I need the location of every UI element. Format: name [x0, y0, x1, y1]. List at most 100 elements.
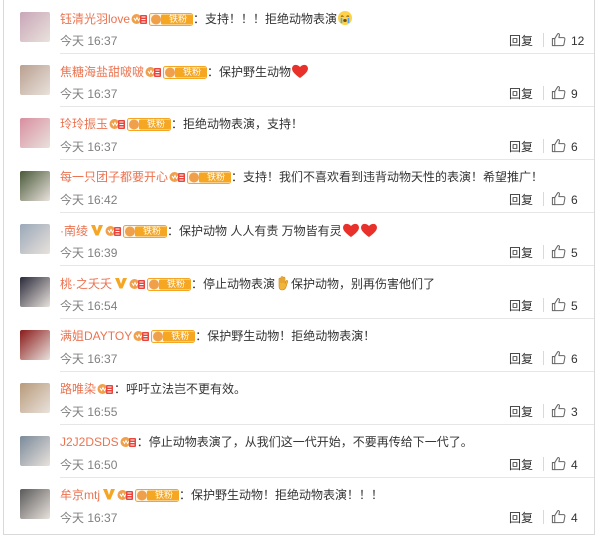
two-hearts-icon	[342, 223, 378, 238]
comment-text: 拒绝动物表演，支持！	[183, 117, 304, 131]
comment-text: 停止动物表演了，从我们这一代开始，不要再传给下一代了。	[148, 435, 473, 449]
reply-button[interactable]: 回复	[509, 352, 533, 366]
comment-text: 保护野生动物！拒绝动物表演！！！	[191, 488, 384, 502]
like-button[interactable]: 3	[551, 402, 591, 420]
like-button[interactable]: 6	[551, 349, 591, 367]
like-button[interactable]: 6	[551, 137, 591, 155]
action-separator	[543, 457, 544, 471]
avatar[interactable]	[20, 489, 50, 519]
comment-time: 今天 16:37	[60, 87, 118, 101]
like-count: 5	[571, 246, 578, 260]
crying-emoji-icon	[338, 11, 353, 25]
username-link[interactable]: 焦糖海盐甜啵啵	[60, 65, 144, 79]
avatar[interactable]	[20, 224, 50, 254]
like-button[interactable]: 12	[551, 31, 591, 49]
like-count: 3	[571, 405, 578, 419]
comment-line: 钰清光羽love 铁粉 ：支持！！！拒绝动物表演	[60, 10, 353, 27]
iron-fan-badge: 铁粉	[135, 489, 179, 502]
username-link[interactable]: 玲玲振玉	[60, 117, 108, 131]
badges	[119, 435, 137, 449]
thumbs-up-icon	[551, 245, 566, 259]
reply-button[interactable]: 回复	[509, 34, 533, 48]
reply-button[interactable]: 回复	[509, 511, 533, 525]
reply-button[interactable]: 回复	[509, 87, 533, 101]
comment-text: 保护野生动物！拒绝动物表演！	[207, 329, 376, 343]
iron-fan-badge: 铁粉	[151, 330, 196, 343]
like-count: 9	[571, 87, 578, 101]
like-count: 4	[571, 511, 578, 525]
iron-fan-badge: 铁粉	[147, 278, 191, 291]
like-button[interactable]: 5	[551, 296, 591, 314]
avatar[interactable]	[20, 65, 50, 95]
like-count: 4	[571, 458, 578, 472]
like-button[interactable]: 4	[551, 455, 591, 473]
fan-crown-icon	[169, 172, 186, 182]
fan-crown-icon	[120, 437, 136, 447]
colon: ：	[207, 65, 220, 79]
action-separator	[543, 510, 544, 524]
iron-fan-badge: 铁粉	[163, 66, 208, 79]
comment-text-continued: 保护动物，别再伤害他们了	[291, 277, 436, 291]
comment-item: 满姐DAYTOY 铁粉 ：保护野生动物！拒绝动物表演！ 今天 16:37 回复 6	[4, 318, 594, 371]
username-link[interactable]: 牟京mtj	[60, 488, 100, 502]
reply-button[interactable]: 回复	[509, 458, 533, 472]
verified-v-icon	[91, 225, 103, 236]
comment-text: 支持！我们不喜欢看到违背动物天性的表演！希望推广！	[243, 170, 544, 184]
thumbs-up-icon	[551, 33, 566, 47]
colon: ：	[179, 488, 192, 502]
fan-crown-icon	[131, 14, 148, 24]
avatar[interactable]	[20, 436, 50, 466]
comment-item: 焦糖海盐甜啵啵 铁粉 ：保护野生动物 今天 16:37 回复 9	[4, 53, 594, 106]
avatar[interactable]	[20, 383, 50, 413]
comment-time: 今天 16:39	[60, 246, 118, 260]
badges: 铁粉	[112, 277, 191, 291]
reply-button[interactable]: 回复	[509, 405, 533, 419]
iron-fan-badge-label: 铁粉	[183, 67, 202, 77]
action-separator	[543, 33, 544, 47]
like-button[interactable]: 6	[551, 190, 591, 208]
action-separator	[543, 192, 544, 206]
iron-fan-badge: 铁粉	[123, 225, 167, 238]
avatar[interactable]	[20, 277, 50, 307]
like-count: 6	[571, 140, 578, 154]
like-button[interactable]: 5	[551, 243, 591, 261]
username-link[interactable]: J2J2DSDS	[60, 435, 119, 449]
reply-button[interactable]: 回复	[509, 299, 533, 313]
fan-crown-icon	[145, 67, 162, 77]
iron-fan-badge-label: 铁粉	[154, 490, 173, 500]
comment-item: 钰清光羽love 铁粉 ：支持！！！拒绝动物表演 今天 16:37 回复 12	[4, 0, 594, 53]
avatar[interactable]	[20, 171, 50, 201]
fan-crown-icon	[117, 490, 133, 500]
avatar[interactable]	[20, 330, 50, 360]
badges: 铁粉	[100, 488, 179, 502]
reply-button[interactable]: 回复	[509, 246, 533, 260]
reply-button[interactable]: 回复	[509, 140, 533, 154]
comment-line: 路唯染 ：呼吁立法岂不更有效。	[60, 381, 246, 397]
username-link[interactable]: 每一只团子都要开心	[60, 170, 168, 184]
colon: ：	[136, 435, 149, 449]
iron-fan-badge: 铁粉	[149, 13, 194, 26]
thumbs-up-icon	[551, 351, 566, 365]
action-separator	[543, 404, 544, 418]
emoji	[337, 11, 353, 26]
colon: ：	[231, 170, 244, 184]
comment-item: J2J2DSDS ：停止动物表演了，从我们这一代开始，不要再传给下一代了。 今天 …	[4, 424, 594, 477]
username-link[interactable]: 桃·之夭夭	[60, 277, 112, 291]
username-link[interactable]: 满姐DAYTOY	[60, 329, 132, 343]
username-link[interactable]: 路唯染	[60, 382, 96, 396]
badges: 铁粉	[130, 12, 194, 26]
comment-item: 牟京mtj 铁粉 ：保护野生动物！拒绝动物表演！！！ 今天 16:37 回复 4	[4, 477, 594, 530]
like-button[interactable]: 4	[551, 508, 591, 526]
avatar[interactable]	[20, 12, 50, 42]
like-button[interactable]: 9	[551, 84, 591, 102]
comment-time: 今天 16:42	[60, 193, 118, 207]
action-separator	[543, 245, 544, 259]
username-link[interactable]: ·南绫	[60, 224, 88, 238]
like-count: 6	[571, 352, 578, 366]
comment-line: 玲玲振玉 铁粉 ：拒绝动物表演，支持！	[60, 116, 303, 132]
username-link[interactable]: 钰清光羽love	[60, 12, 130, 26]
avatar[interactable]	[20, 118, 50, 148]
fan-crown-icon	[105, 226, 121, 236]
reply-button[interactable]: 回复	[509, 193, 533, 207]
fan-crown-icon	[109, 119, 126, 129]
